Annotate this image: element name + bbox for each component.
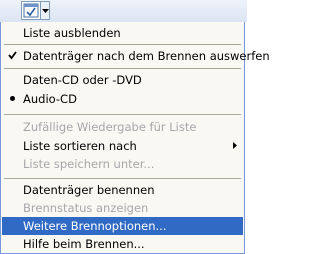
- radio-bullet-icon: [10, 96, 15, 101]
- menu-separator: [4, 178, 241, 179]
- checkmark-icon: [8, 51, 17, 60]
- menu-item-label: Liste ausblenden: [23, 26, 121, 40]
- menu-item-name-disc[interactable]: Datenträger benennen: [2, 181, 243, 199]
- menu-item-label: Weitere Brennoptionen...: [23, 219, 167, 233]
- menu-separator: [4, 68, 241, 69]
- menu-item-eject-after-burn[interactable]: Datenträger nach dem Brennen auswerfen: [2, 47, 270, 65]
- menu-item-label: Liste sortieren nach: [23, 139, 137, 153]
- menu-item-label: Datenträger benennen: [23, 183, 155, 197]
- menu-item-data-cd-dvd[interactable]: Daten-CD oder -DVD: [2, 71, 243, 89]
- menu-item-label: Datenträger nach dem Brennen auswerfen: [23, 49, 270, 63]
- chevron-down-icon: [42, 9, 49, 13]
- menu-item-label: Audio-CD: [23, 92, 77, 106]
- menu-item-label: Brennstatus anzeigen: [23, 201, 149, 215]
- toolbar: [0, 0, 247, 22]
- menu-item-label: Hilfe beim Brennen...: [23, 237, 145, 251]
- menu-item-label: Zufällige Wiedergabe für Liste: [23, 120, 197, 134]
- checkmark-window-icon: [23, 3, 39, 18]
- menu-item-sort-list-by[interactable]: Liste sortieren nach: [2, 137, 243, 155]
- menu-item-more-burn-options[interactable]: Weitere Brennoptionen...: [2, 217, 243, 235]
- menu-item-show-burn-status[interactable]: Brennstatus anzeigen: [2, 199, 243, 217]
- context-menu: Liste ausblenden Datenträger nach dem Br…: [0, 22, 270, 254]
- menu-item-label: Daten-CD oder -DVD: [23, 73, 142, 87]
- menu-item-label: Liste speichern unter...: [23, 157, 155, 171]
- menu-separator: [4, 44, 241, 45]
- menu-item-save-list-as[interactable]: Liste speichern unter...: [2, 155, 243, 173]
- submenu-arrow-icon: [233, 142, 237, 149]
- menu-item-burn-help[interactable]: Hilfe beim Brennen...: [2, 235, 243, 253]
- menu-separator: [4, 114, 241, 115]
- options-dropdown-button[interactable]: [41, 1, 50, 20]
- menu-item-hide-list[interactable]: Liste ausblenden: [2, 24, 243, 42]
- menu-item-audio-cd[interactable]: Audio-CD: [2, 90, 243, 108]
- menu-item-shuffle-list[interactable]: Zufällige Wiedergabe für Liste: [2, 118, 243, 136]
- burn-options-button[interactable]: [21, 1, 41, 20]
